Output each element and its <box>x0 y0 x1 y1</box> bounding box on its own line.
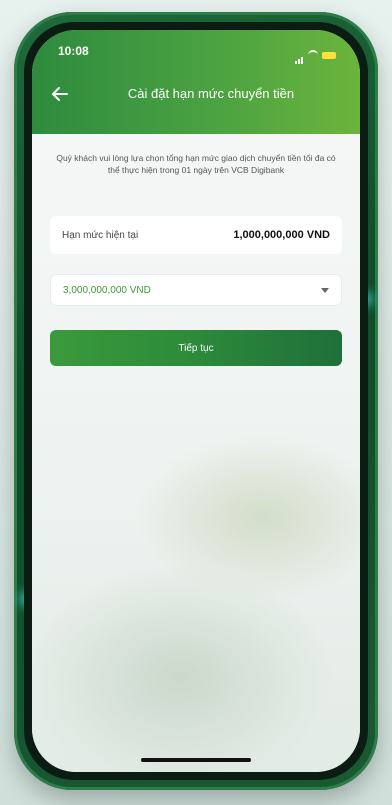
instruction-text: Quý khách vui lòng lựa chọn tổng hạn mức… <box>56 153 336 175</box>
back-arrow-icon[interactable] <box>48 82 72 106</box>
status-bar: 10:08 <box>32 44 360 64</box>
status-time: 10:08 <box>58 44 89 58</box>
limit-select-value: 3,000,000,000 VND <box>63 284 151 296</box>
phone-screen: 10:08 Cài đặt hạn mức chuyển tiền Quý kh… <box>32 30 360 772</box>
limit-select[interactable]: 3,000,000,000 VND <box>50 274 342 306</box>
wifi-icon <box>308 50 318 60</box>
current-limit-value: 1,000,000,000 VND <box>233 229 330 241</box>
signal-icon <box>295 46 304 64</box>
current-limit-label: Hạn mức hiện tại <box>62 229 139 241</box>
home-indicator <box>141 758 251 762</box>
page-title: Cài đặt hạn mức chuyển tiền <box>127 86 295 101</box>
app-header: 10:08 Cài đặt hạn mức chuyển tiền <box>32 30 360 134</box>
continue-button[interactable]: Tiếp tục <box>50 330 342 366</box>
main-content: Quý khách vui lòng lựa chọn tổng hạn mức… <box>32 134 360 772</box>
nav-bar: Cài đặt hạn mức chuyển tiền <box>32 76 360 116</box>
phone-bezel: 10:08 Cài đặt hạn mức chuyển tiền Quý kh… <box>24 22 368 780</box>
current-limit-row: Hạn mức hiện tại 1,000,000,000 VND <box>50 216 342 254</box>
status-icons <box>295 46 336 64</box>
battery-icon <box>322 51 336 59</box>
phone-frame: 10:08 Cài đặt hạn mức chuyển tiền Quý kh… <box>14 12 378 790</box>
chevron-down-icon <box>321 287 329 293</box>
